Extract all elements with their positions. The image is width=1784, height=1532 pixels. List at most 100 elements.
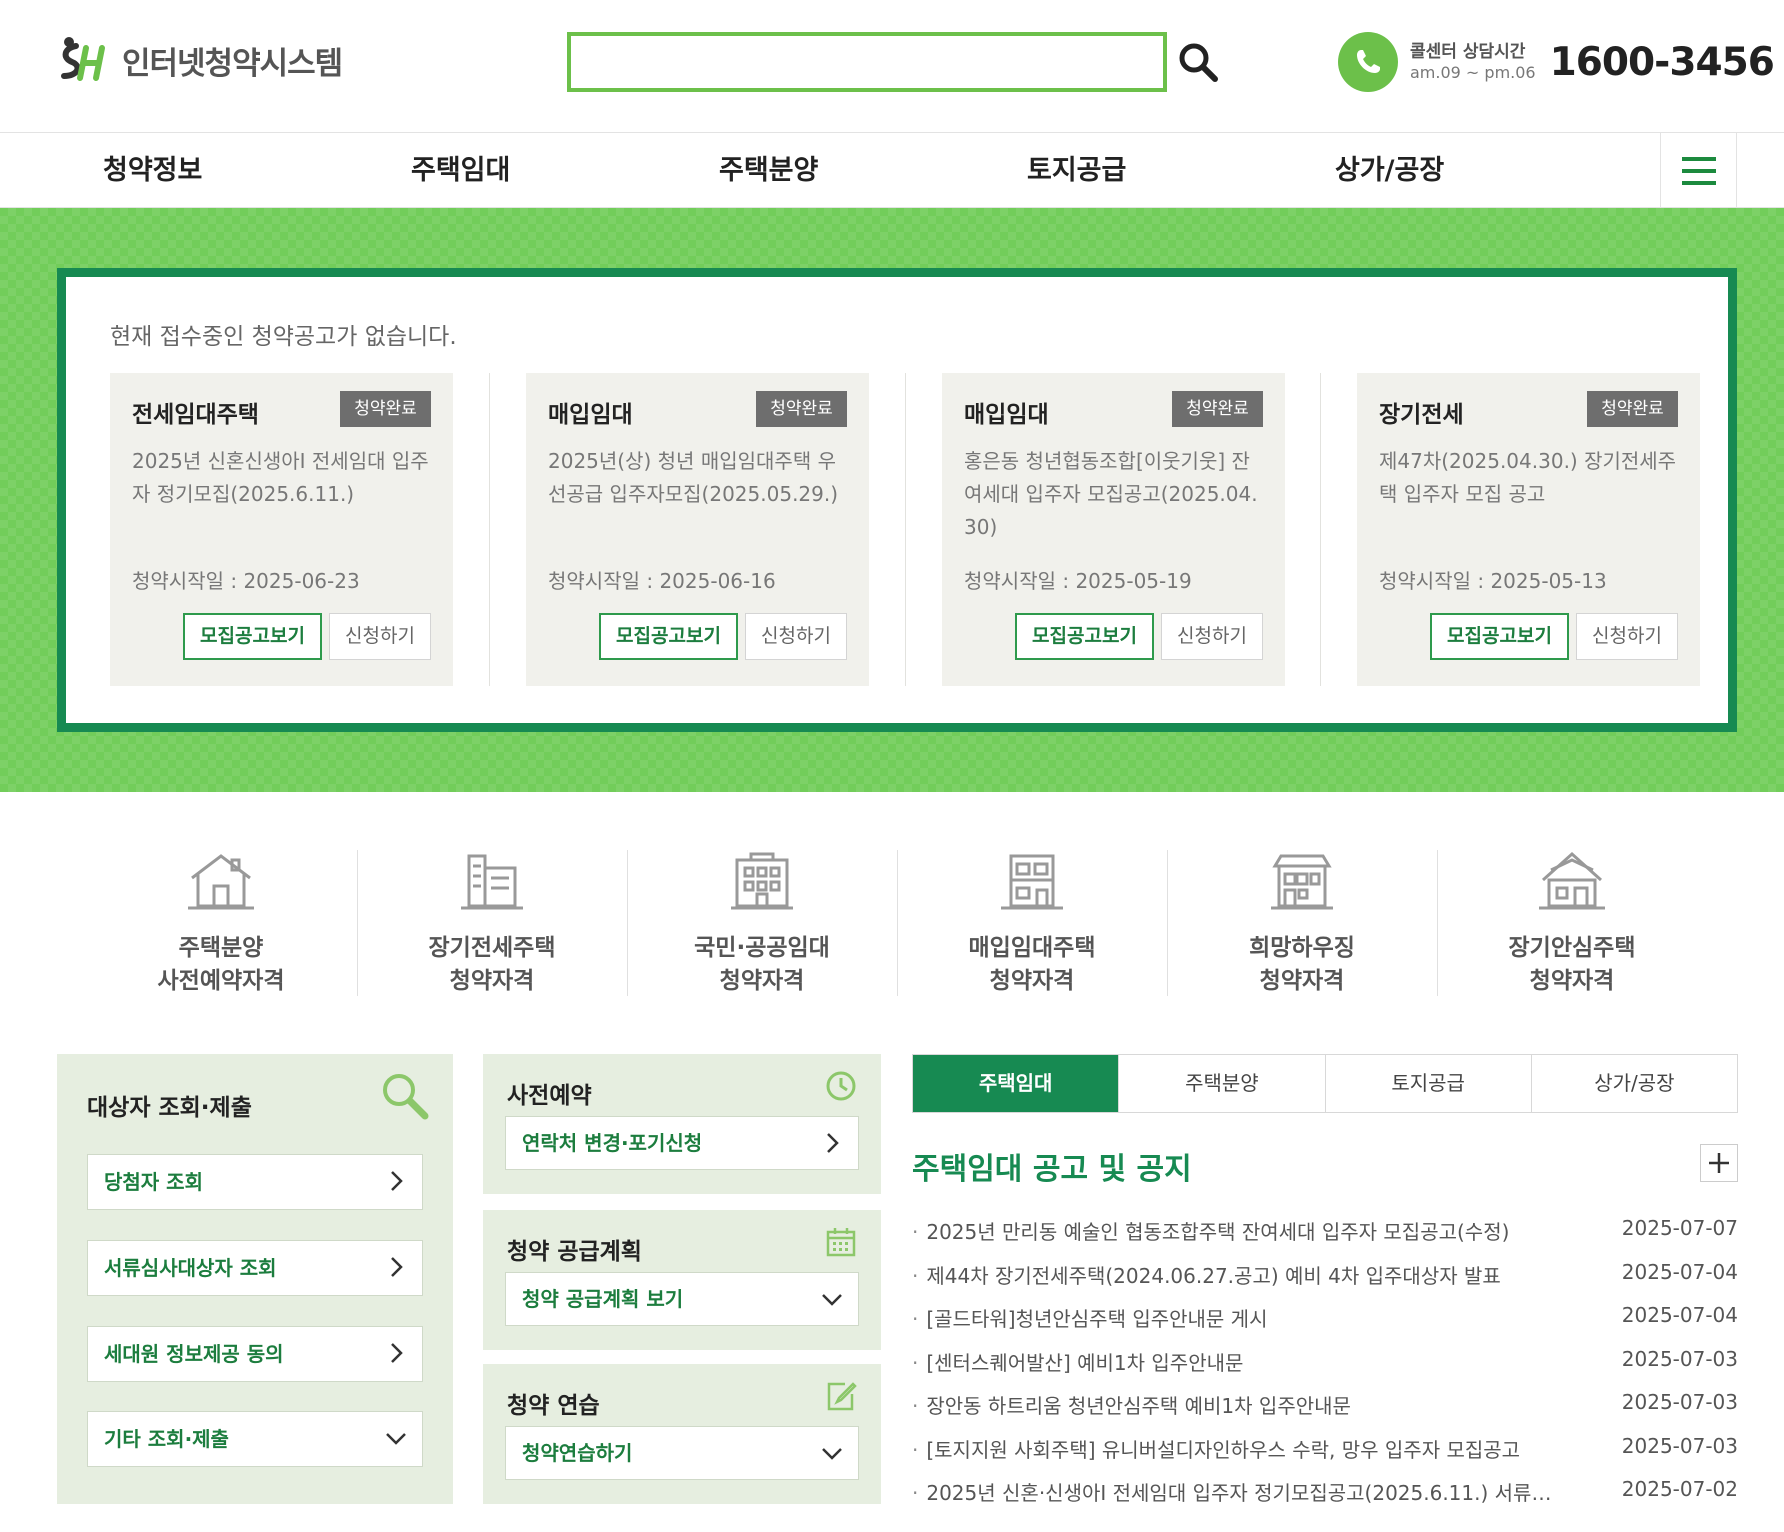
qual-long-term-safe-housing[interactable]: 장기안심주택청약자격: [1437, 850, 1707, 996]
status-badge: 청약완료: [756, 391, 847, 427]
notice-item[interactable]: 장안동 하트리움 청년안심주택 예비1차 입주안내문 2025-07-03: [912, 1382, 1738, 1426]
link-label: 기타 조회·제출: [104, 1427, 229, 1451]
sh-logo-icon: [61, 37, 105, 81]
household-consent-link[interactable]: 세대원 정보제공 동의: [87, 1326, 423, 1382]
notice-date: 2025-07-03: [1621, 1433, 1738, 1458]
apartment-icon: [461, 854, 523, 910]
notice-list: 2025년 만리동 예술인 협동조합주택 잔여세대 입주자 모집공고(수정) 2…: [912, 1208, 1738, 1513]
nav-land-supply[interactable]: 토지공급: [1027, 133, 1126, 209]
qual-long-term-jeonse[interactable]: 장기전세주택 청약자격: [357, 850, 627, 996]
notice-date: 2025-07-02: [1621, 1477, 1738, 1501]
nav-commercial-factory[interactable]: 상가/공장: [1335, 133, 1444, 209]
card-category: 매입임대: [548, 402, 633, 428]
nav-housing-sale[interactable]: 주택분양: [719, 133, 818, 209]
card-title[interactable]: 홍은동 청년협동조합[이웃기웃] 잔여세대 입주자 모집공고(2025.04.3…: [964, 445, 1264, 544]
callcenter: 콜센터 상담시간 am.09 ~ pm.06 1600-3456: [1338, 30, 1775, 94]
notice-title[interactable]: 장안동 하트리움 청년안심주택 예비1차 입주안내문: [912, 1390, 1592, 1419]
card-category: 전세임대주택: [132, 402, 259, 428]
qual-label-line1: 장기전세주택: [428, 935, 556, 961]
notice-item[interactable]: [센터스퀘어발산] 예비1차 입주안내문 2025-07-03: [912, 1339, 1738, 1383]
notice-item[interactable]: [골드타워]청년안심주택 입주안내문 게시 2025-07-04: [912, 1295, 1738, 1339]
qual-label-line1: 매입임대주택: [968, 935, 1096, 961]
contact-change-link[interactable]: 연락처 변경·포기신청: [505, 1116, 859, 1170]
qual-purchase-rental[interactable]: 매입임대주택청약자격: [897, 850, 1167, 996]
clock-icon: [826, 1071, 856, 1101]
winner-lookup-link[interactable]: 당첨자 조회: [87, 1154, 423, 1210]
tab-housing-sale[interactable]: 주택분양: [1119, 1055, 1326, 1112]
qual-label-line1: 희망하우징: [1249, 935, 1355, 961]
villa-icon: [1001, 854, 1063, 910]
target-lookup-panel: 대상자 조회·제출 당첨자 조회 서류심사대상자 조회 세대원 정보제공 동의 …: [57, 1054, 453, 1504]
notice-title[interactable]: 2025년 만리동 예술인 협동조합주택 잔여세대 입주자 모집공고(수정): [912, 1216, 1592, 1245]
apply-button[interactable]: 신청하기: [745, 613, 847, 660]
notice-title[interactable]: 2025년 신혼·신생아Ⅰ 전세임대 입주자 정기모집공고(2025.6.11.…: [912, 1477, 1592, 1506]
qual-label-line2: 청약자격: [1259, 968, 1345, 994]
link-label: 청약연습하기: [522, 1441, 633, 1465]
qual-presale-reservation[interactable]: 주택분양 사전예약자격: [86, 850, 356, 996]
panel-title: 청약 연습: [507, 1393, 600, 1419]
phone-icon: [1338, 32, 1398, 92]
search-input[interactable]: [571, 36, 1163, 88]
tab-commercial-factory[interactable]: 상가/공장: [1531, 1055, 1737, 1112]
nav-subscription-info[interactable]: 청약정보: [103, 133, 202, 209]
panel-title: 대상자 조회·제출: [87, 1095, 252, 1121]
notice-item[interactable]: [토지지원 사회주택] 유니버설디자인하우스 수락, 망우 입주자 모집공고 2…: [912, 1426, 1738, 1470]
practice-dropdown[interactable]: 청약연습하기: [505, 1426, 859, 1480]
qual-label-line2: 청약자격: [989, 968, 1075, 994]
tab-housing-rental[interactable]: 주택임대: [913, 1055, 1120, 1112]
tab-land-supply[interactable]: 토지공급: [1325, 1055, 1532, 1112]
nav-housing-rental[interactable]: 주택임대: [411, 133, 510, 209]
callcenter-info: 콜센터 상담시간 am.09 ~ pm.06: [1410, 42, 1536, 82]
qual-hope-housing[interactable]: 희망하우징청약자격: [1167, 850, 1437, 996]
other-lookup-dropdown[interactable]: 기타 조회·제출: [87, 1411, 423, 1467]
callcenter-hours: am.09 ~ pm.06: [1410, 62, 1536, 82]
notice-heading: 주택임대 공고 및 공지: [912, 1152, 1192, 1187]
link-label: 당첨자 조회: [104, 1170, 203, 1194]
notice-title[interactable]: [센터스퀘어발산] 예비1차 입주안내문: [912, 1347, 1592, 1376]
apply-button[interactable]: 신청하기: [1161, 613, 1263, 660]
card-title[interactable]: 2025년(상) 청년 매입임대주택 우선공급 입주자모집(2025.05.29…: [548, 445, 848, 511]
notice-tabs: 주택임대 주택분양 토지공급 상가/공장: [912, 1054, 1738, 1113]
view-notice-button[interactable]: 모집공고보기: [1430, 613, 1569, 660]
card-divider: [489, 373, 490, 686]
card-title[interactable]: 제47차(2025.04.30.) 장기전세주택 입주자 모집 공고: [1379, 445, 1679, 511]
notice-title[interactable]: [골드타워]청년안심주택 입주안내문 게시: [912, 1303, 1592, 1332]
card-title[interactable]: 2025년 신혼신생아Ⅰ 전세임대 입주자 정기모집(2025.6.11.): [132, 445, 432, 511]
qual-public-rental[interactable]: 국민·공공임대 청약자격: [627, 850, 897, 996]
notice-date: 2025-07-03: [1621, 1346, 1738, 1371]
subscription-card: 매입임대 청약완료 2025년(상) 청년 매입임대주택 우선공급 입주자모집(…: [526, 373, 869, 686]
view-notice-button[interactable]: 모집공고보기: [1015, 613, 1154, 660]
panel-title: 청약 공급계획: [507, 1239, 642, 1265]
search-button[interactable]: [1176, 40, 1220, 84]
qual-label-line1: 장기안심주택: [1508, 935, 1636, 961]
subscription-card: 장기전세 청약완료 제47차(2025.04.30.) 장기전세주택 입주자 모…: [1357, 373, 1700, 686]
current-subscription-panel: 현재 접수중인 청약공고가 없습니다. 전세임대주택 청약완료 2025년 신혼…: [57, 268, 1737, 732]
calendar-icon: [826, 1228, 856, 1257]
menu-button[interactable]: [1660, 133, 1737, 208]
supply-plan-dropdown[interactable]: 청약 공급계획 보기: [505, 1272, 859, 1326]
document-review-lookup-link[interactable]: 서류심사대상자 조회: [87, 1240, 423, 1296]
chevron-down-icon: [822, 1294, 842, 1306]
card-start-date: 청약시작일 : 2025-05-13: [1379, 569, 1607, 593]
qual-label-line2: 청약자격: [1529, 968, 1615, 994]
callcenter-label: 콜센터 상담시간: [1410, 42, 1526, 63]
apply-button[interactable]: 신청하기: [329, 613, 431, 660]
hamburger-icon: [1681, 156, 1716, 185]
dormitory-icon: [1271, 854, 1333, 910]
link-label: 세대원 정보제공 동의: [104, 1342, 284, 1366]
notice-title[interactable]: 제44차 장기전세주택(2024.06.27.공고) 예비 4차 입주대상자 발…: [912, 1260, 1592, 1289]
chevron-down-icon: [822, 1448, 842, 1460]
notice-item[interactable]: 제44차 장기전세주택(2024.06.27.공고) 예비 4차 입주대상자 발…: [912, 1252, 1738, 1296]
notice-item[interactable]: 2025년 신혼·신생아Ⅰ 전세임대 입주자 정기모집공고(2025.6.11.…: [912, 1469, 1738, 1513]
chevron-right-icon: [391, 1257, 403, 1277]
view-notice-button[interactable]: 모집공고보기: [183, 613, 322, 660]
card-category: 장기전세: [1379, 402, 1464, 428]
apply-button[interactable]: 신청하기: [1576, 613, 1678, 660]
notice-item[interactable]: 2025년 만리동 예술인 협동조합주택 잔여세대 입주자 모집공고(수정) 2…: [912, 1208, 1738, 1252]
more-button[interactable]: [1700, 1144, 1738, 1182]
view-notice-button[interactable]: 모집공고보기: [599, 613, 738, 660]
subscription-card: 매입임대 청약완료 홍은동 청년협동조합[이웃기웃] 잔여세대 입주자 모집공고…: [942, 373, 1285, 686]
notice-title[interactable]: [토지지원 사회주택] 유니버설디자인하우스 수락, 망우 입주자 모집공고: [912, 1434, 1592, 1463]
site-logo[interactable]: 인터넷청약시스템: [56, 30, 343, 90]
site-header: 인터넷청약시스템 콜센터 상담시간 am.09 ~ pm.06 1600-345…: [0, 0, 1784, 132]
